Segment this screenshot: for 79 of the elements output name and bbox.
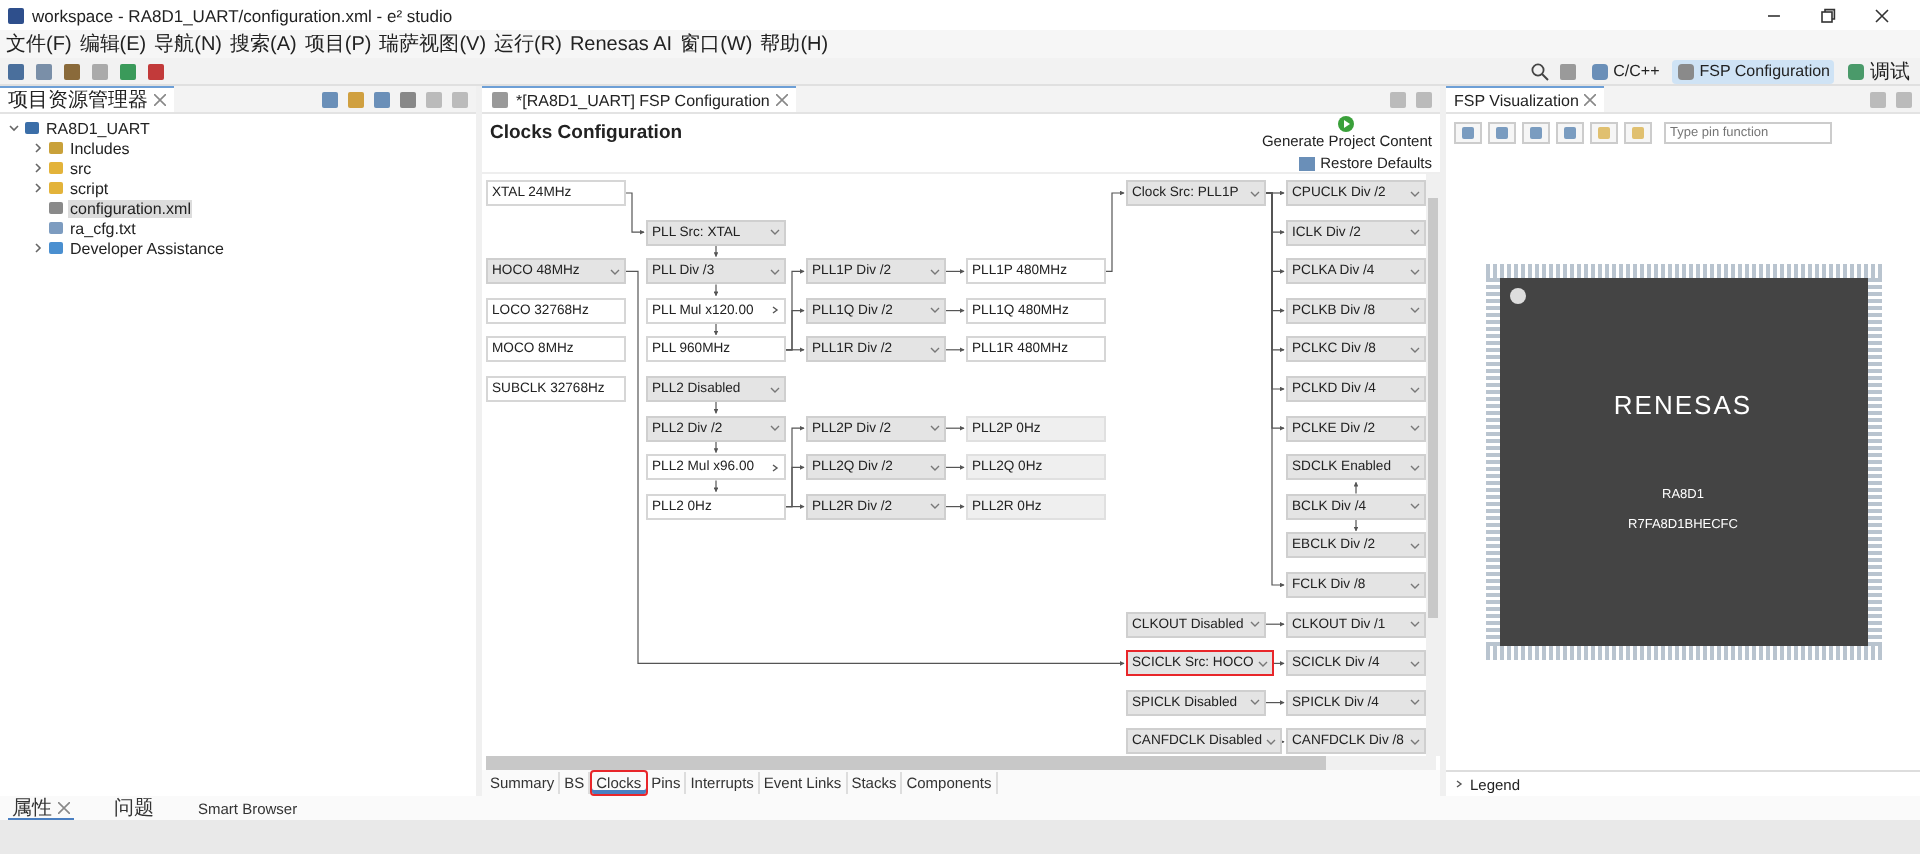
search-icon[interactable] bbox=[1529, 61, 1550, 81]
collapsed-chevron-icon[interactable] bbox=[32, 242, 44, 254]
tree-item[interactable]: script bbox=[68, 179, 111, 197]
view-tab[interactable]: 属性 bbox=[8, 796, 74, 820]
perspective-button[interactable]: FSP Configuration bbox=[1671, 59, 1834, 83]
view-tab[interactable]: 问题 bbox=[110, 796, 158, 820]
chevron-icon bbox=[770, 463, 780, 472]
perspective-button[interactable]: 调试 bbox=[1842, 55, 1914, 87]
menu-item[interactable]: 编辑(E) bbox=[79, 31, 147, 57]
menu-item[interactable]: 导航(N) bbox=[154, 31, 223, 57]
caret-icon bbox=[930, 502, 940, 511]
chevron-icon bbox=[1454, 780, 1464, 788]
caret-icon bbox=[930, 424, 940, 433]
caret-icon bbox=[1250, 620, 1260, 629]
collapsed-chevron-icon[interactable] bbox=[32, 182, 44, 194]
window-title: workspace - RA8D1_UART/configuration.xml - e² studio bbox=[32, 5, 455, 25]
caret-icon bbox=[1410, 737, 1420, 746]
caret-icon bbox=[930, 267, 940, 276]
caret-icon bbox=[930, 306, 940, 315]
caret-icon bbox=[1410, 620, 1420, 629]
tree-item[interactable]: ra_cfg.txt bbox=[68, 219, 138, 237]
tree-item[interactable]: src bbox=[68, 159, 94, 177]
pin-one-marker bbox=[1509, 287, 1525, 303]
explorer-tab[interactable]: 项目资源管理器 bbox=[0, 86, 174, 112]
visualization-tab[interactable]: FSP Visualization bbox=[1446, 86, 1605, 112]
caret-icon bbox=[1410, 345, 1420, 354]
expanded-chevron-icon[interactable] bbox=[8, 122, 20, 134]
tree-item[interactable]: RA8D1_UART bbox=[44, 119, 152, 137]
caret-icon bbox=[1257, 659, 1268, 668]
caret-icon bbox=[1410, 463, 1420, 472]
tree-item[interactable]: configuration.xml bbox=[68, 199, 193, 217]
editor-tab[interactable]: *[RA8D1_UART] FSP Configuration bbox=[482, 86, 796, 112]
caret-icon bbox=[770, 228, 780, 237]
chip-logo: RENESAS bbox=[1613, 390, 1753, 420]
connector-arrow bbox=[1265, 621, 1285, 627]
menu-item[interactable]: 搜索(A) bbox=[230, 31, 297, 57]
caret-icon bbox=[1410, 541, 1420, 550]
caret-icon bbox=[1410, 267, 1420, 276]
caret-icon bbox=[1410, 385, 1420, 393]
chevron-icon bbox=[770, 306, 780, 315]
caret-icon bbox=[1250, 189, 1260, 197]
connector-arrow bbox=[713, 244, 719, 257]
caret-icon bbox=[610, 267, 620, 276]
caret-icon bbox=[1410, 228, 1420, 237]
app-icon[interactable] bbox=[6, 5, 26, 25]
menu-item[interactable]: 帮助(H) bbox=[760, 31, 829, 57]
caret-icon bbox=[1410, 424, 1420, 433]
tree-item[interactable]: Includes bbox=[68, 139, 132, 157]
vertical-scrollbar[interactable] bbox=[1426, 174, 1440, 756]
menu-item[interactable]: 窗口(W) bbox=[680, 31, 753, 57]
menu-item[interactable]: 项目(P) bbox=[304, 31, 372, 57]
caret-icon bbox=[930, 345, 940, 354]
caret-icon bbox=[1410, 502, 1420, 511]
perspective-button[interactable]: C/C++ bbox=[1585, 59, 1664, 83]
caret-icon bbox=[1265, 737, 1276, 746]
caret-icon bbox=[1410, 659, 1420, 668]
connector-arrow bbox=[1353, 519, 1359, 532]
connector-arrow bbox=[1353, 481, 1359, 495]
caret-icon bbox=[1410, 189, 1420, 197]
collapsed-chevron-icon[interactable] bbox=[32, 142, 44, 154]
caret-icon bbox=[1250, 698, 1260, 707]
caret-icon bbox=[770, 267, 780, 276]
menu-item[interactable]: 瑞萨视图(V) bbox=[379, 31, 487, 57]
caret-icon bbox=[1410, 581, 1420, 589]
page-heading: Clocks Configuration bbox=[490, 122, 683, 148]
caret-icon bbox=[930, 463, 940, 472]
close-icon[interactable] bbox=[1872, 5, 1892, 25]
caret-icon bbox=[770, 385, 780, 393]
tree-item[interactable]: Developer Assistance bbox=[68, 239, 226, 257]
caret-icon bbox=[770, 424, 780, 433]
collapsed-chevron-icon[interactable] bbox=[32, 162, 44, 174]
connector-arrow bbox=[1265, 700, 1285, 705]
caret-icon bbox=[1410, 698, 1420, 707]
menu-item[interactable]: Renesas AI bbox=[569, 31, 673, 57]
menu-item[interactable]: 运行(R) bbox=[494, 31, 562, 57]
caret-icon bbox=[1410, 306, 1420, 315]
menu-item[interactable]: 文件(F) bbox=[6, 31, 72, 57]
connector-arrow bbox=[625, 192, 645, 235]
horizontal-scrollbar[interactable] bbox=[486, 756, 1436, 770]
